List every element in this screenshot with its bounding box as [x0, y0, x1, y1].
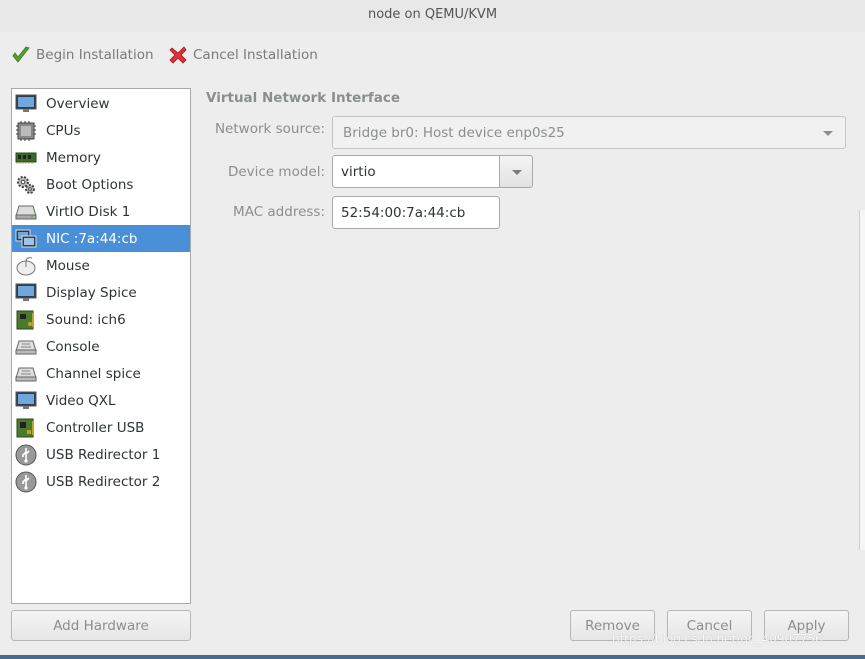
sidebar-item-label: Display Spice — [46, 284, 137, 301]
gears-icon — [15, 174, 37, 196]
sidebar-item-display-spice[interactable]: Display Spice — [12, 279, 190, 306]
network-source-value: Bridge br0: Host device enp0s25 — [343, 124, 565, 141]
window-title: node on QEMU/KVM — [0, 0, 865, 32]
network-source-label: Network source: — [214, 121, 325, 137]
sidebar-item-nic[interactable]: NIC :7a:44:cb — [12, 225, 190, 252]
network-source-select[interactable]: Bridge br0: Host device enp0s25 — [332, 116, 846, 149]
sidebar-item-video-qxl[interactable]: Video QXL — [12, 387, 190, 414]
sidebar-item-label: VirtIO Disk 1 — [46, 203, 131, 220]
chevron-down-icon — [512, 170, 522, 175]
close-x-icon — [168, 45, 188, 65]
sidebar-item-label: Mouse — [46, 257, 90, 274]
controller-card-icon — [15, 417, 37, 439]
bottom-border — [0, 655, 865, 659]
toolbar: Begin Installation Cancel Installation — [0, 38, 865, 72]
hard-disk-icon — [15, 201, 37, 223]
usb-icon — [15, 471, 37, 493]
add-hardware-button[interactable]: Add Hardware — [11, 610, 191, 641]
usb-icon — [15, 444, 37, 466]
cancel-installation-label: Cancel Installation — [193, 47, 318, 63]
sidebar-item-boot-options[interactable]: Boot Options — [12, 171, 190, 198]
mouse-icon — [15, 255, 37, 277]
sidebar-item-overview[interactable]: Overview — [12, 90, 190, 117]
sidebar-item-cpus[interactable]: CPUs — [12, 117, 190, 144]
watermark-text: https://blog.csdn.net/qq_40907756 — [612, 632, 823, 646]
cancel-installation-button[interactable]: Cancel Installation — [168, 44, 318, 66]
sidebar-item-controller-usb[interactable]: Controller USB — [12, 414, 190, 441]
sidebar-item-mouse[interactable]: Mouse — [12, 252, 190, 279]
sidebar-item-label: Controller USB — [46, 419, 145, 436]
sidebar-item-label: Console — [46, 338, 100, 355]
sidebar-item-label: Memory — [46, 149, 101, 166]
serial-device-icon — [15, 363, 37, 385]
sidebar-item-channel-spice[interactable]: Channel spice — [12, 360, 190, 387]
mac-address-label: MAC address: — [233, 204, 325, 220]
sidebar-item-sound[interactable]: Sound: ich6 — [12, 306, 190, 333]
section-title: Virtual Network Interface — [206, 90, 401, 106]
checkmark-icon — [11, 45, 31, 65]
network-card-icon — [15, 228, 37, 250]
sidebar-item-label: Sound: ich6 — [46, 311, 126, 328]
monitor-icon — [15, 93, 37, 115]
device-model-dropdown-button[interactable] — [499, 155, 533, 188]
serial-device-icon — [15, 336, 37, 358]
device-model-input[interactable]: virtio — [332, 155, 500, 188]
sidebar-item-console[interactable]: Console — [12, 333, 190, 360]
begin-installation-button[interactable]: Begin Installation — [11, 44, 154, 66]
cpu-chip-icon — [15, 120, 37, 142]
monitor-icon — [15, 282, 37, 304]
hardware-list: Overview CPUs Memory Boot Options VirtIO… — [11, 88, 191, 604]
sidebar-item-memory[interactable]: Memory — [12, 144, 190, 171]
sidebar-item-label: USB Redirector 2 — [46, 473, 161, 490]
sidebar-item-usb-redirector-2[interactable]: USB Redirector 2 — [12, 468, 190, 495]
sidebar-item-label: Overview — [46, 95, 110, 112]
begin-installation-label: Begin Installation — [36, 47, 154, 63]
sidebar-item-label: Video QXL — [46, 392, 116, 409]
sidebar-item-usb-redirector-1[interactable]: USB Redirector 1 — [12, 441, 190, 468]
sidebar-item-label: CPUs — [46, 122, 81, 139]
sidebar-item-label: Channel spice — [46, 365, 141, 382]
monitor-icon — [15, 390, 37, 412]
memory-module-icon — [15, 147, 37, 169]
sound-card-icon — [15, 309, 37, 331]
sidebar-item-label: Boot Options — [46, 176, 134, 193]
sidebar-item-virtio-disk[interactable]: VirtIO Disk 1 — [12, 198, 190, 225]
window-edge — [859, 210, 865, 550]
device-model-label: Device model: — [227, 164, 325, 180]
mac-address-input[interactable]: 52:54:00:7a:44:cb — [332, 196, 500, 229]
sidebar-item-label: NIC :7a:44:cb — [46, 230, 138, 247]
sidebar-item-label: USB Redirector 1 — [46, 446, 161, 463]
chevron-down-icon — [823, 131, 833, 136]
